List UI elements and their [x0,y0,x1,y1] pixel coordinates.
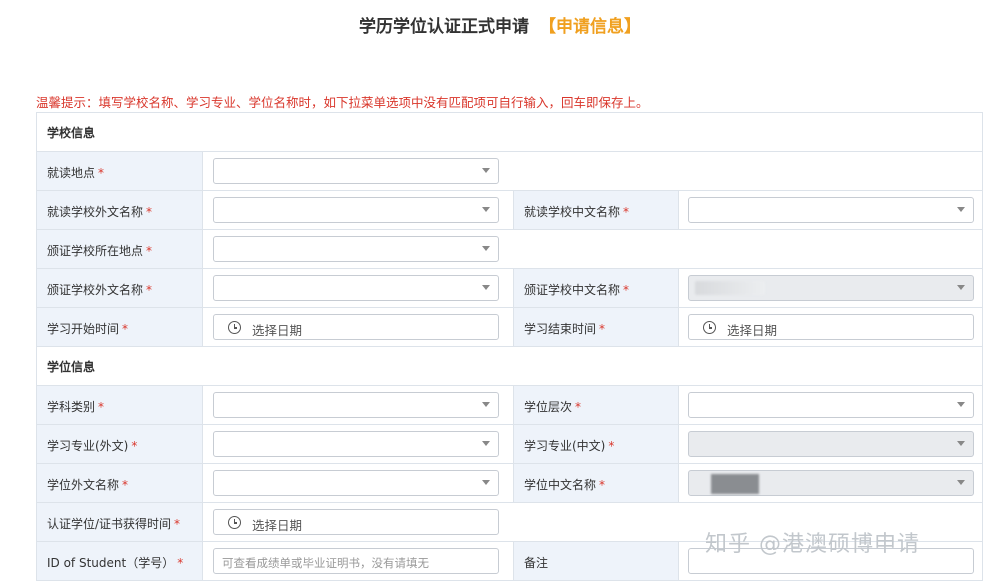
chevron-down-icon [482,207,490,212]
row-issuer-location: 颁证学校所在地点 * [37,230,983,269]
label-school-chinese-name: 就读学校中文名称 * [513,191,679,229]
date-placeholder: 选择日期 [727,323,778,338]
issuer-foreign-name-select[interactable] [213,275,499,301]
degree-foreign-name-select[interactable] [213,470,499,496]
label-student-id: ID of Student（学号） * [37,542,203,580]
label-issuer-location: 颁证学校所在地点 * [37,230,203,268]
section-school-info: 学校信息 [37,113,983,152]
section-title-degree: 学位信息 [47,360,96,374]
subject-category-select[interactable] [213,392,499,418]
major-chinese-select[interactable] [688,431,974,457]
school-foreign-name-select[interactable] [213,197,499,223]
chevron-down-icon [482,246,490,251]
row-major: 学习专业(外文) * 学习专业(中文) * [37,425,983,464]
chevron-down-icon [957,480,965,485]
label-issuer-foreign-name: 颁证学校外文名称 * [37,269,203,307]
blurred-value [695,281,765,295]
student-id-placeholder: 可查看成绩单或毕业证明书，没有请填无 [222,556,429,570]
chevron-down-icon [482,441,490,446]
chevron-down-icon [957,285,965,290]
date-placeholder: 选择日期 [252,518,303,533]
study-end-date-picker[interactable]: 选择日期 [688,314,974,340]
label-cert-time: 认证学位/证书获得时间 * [37,503,203,541]
page-title: 学历学位认证正式申请 【申请信息】 [0,12,1000,37]
row-subject-level: 学科类别 * 学位层次 * [37,386,983,425]
date-placeholder: 选择日期 [252,323,303,338]
label-major-chinese: 学习专业(中文) * [513,425,679,463]
clock-icon [228,516,241,529]
row-degree-names: 学位外文名称 * 学位中文名称 * [37,464,983,503]
chevron-down-icon [957,207,965,212]
degree-level-select[interactable] [688,392,974,418]
cert-time-date-picker[interactable]: 选择日期 [213,509,499,535]
study-location-select[interactable] [213,158,499,184]
row-study-dates: 学习开始时间 * 选择日期 学习结束时间 * 选择日期 [37,308,983,347]
clock-icon [228,321,241,334]
warning-tip: 温馨提示：填写学校名称、学习专业、学位名称时，如下拉菜单选项中没有匹配项可自行输… [36,95,649,110]
section-title-school: 学校信息 [47,126,96,140]
row-school-names: 就读学校外文名称 * 就读学校中文名称 * [37,191,983,230]
label-degree-level: 学位层次 * [513,386,679,424]
study-start-date-picker[interactable]: 选择日期 [213,314,499,340]
label-study-end: 学习结束时间 * [513,308,679,346]
label-school-foreign-name: 就读学校外文名称 * [37,191,203,229]
school-chinese-name-select[interactable] [688,197,974,223]
label-degree-chinese-name: 学位中文名称 * [513,464,679,502]
label-issuer-chinese-name: 颁证学校中文名称 * [513,269,679,307]
clock-icon [703,321,716,334]
label-subject-category: 学科类别 * [37,386,203,424]
chevron-down-icon [957,441,965,446]
application-form: 学校信息 就读地点 * 就读学校外文名称 * 就读学校中文名称 * 颁证学校所在地点 *… [36,112,983,581]
page-title-text: 学历学位认证正式申请 [359,17,529,37]
watermark: 知乎 @港澳硕博申请 [705,532,920,557]
chevron-down-icon [482,402,490,407]
label-study-start: 学习开始时间 * [37,308,203,346]
degree-chinese-name-select[interactable] [688,470,974,496]
chevron-down-icon [957,402,965,407]
label-remarks: 备注 [513,542,679,580]
issuer-chinese-name-select[interactable] [688,275,974,301]
row-issuer-names: 颁证学校外文名称 * 颁证学校中文名称 * [37,269,983,308]
chevron-down-icon [482,480,490,485]
label-study-location: 就读地点 * [37,152,203,190]
blurred-value [711,474,759,494]
chevron-down-icon [482,168,490,173]
major-foreign-select[interactable] [213,431,499,457]
student-id-input[interactable]: 可查看成绩单或毕业证明书，没有请填无 [213,548,499,574]
chevron-down-icon [482,285,490,290]
label-degree-foreign-name: 学位外文名称 * [37,464,203,502]
page-title-tag: 【申请信息】 [539,17,641,37]
row-study-location: 就读地点 * [37,152,983,191]
issuer-location-select[interactable] [213,236,499,262]
label-major-foreign: 学习专业(外文) * [37,425,203,463]
section-degree-info: 学位信息 [37,347,983,386]
